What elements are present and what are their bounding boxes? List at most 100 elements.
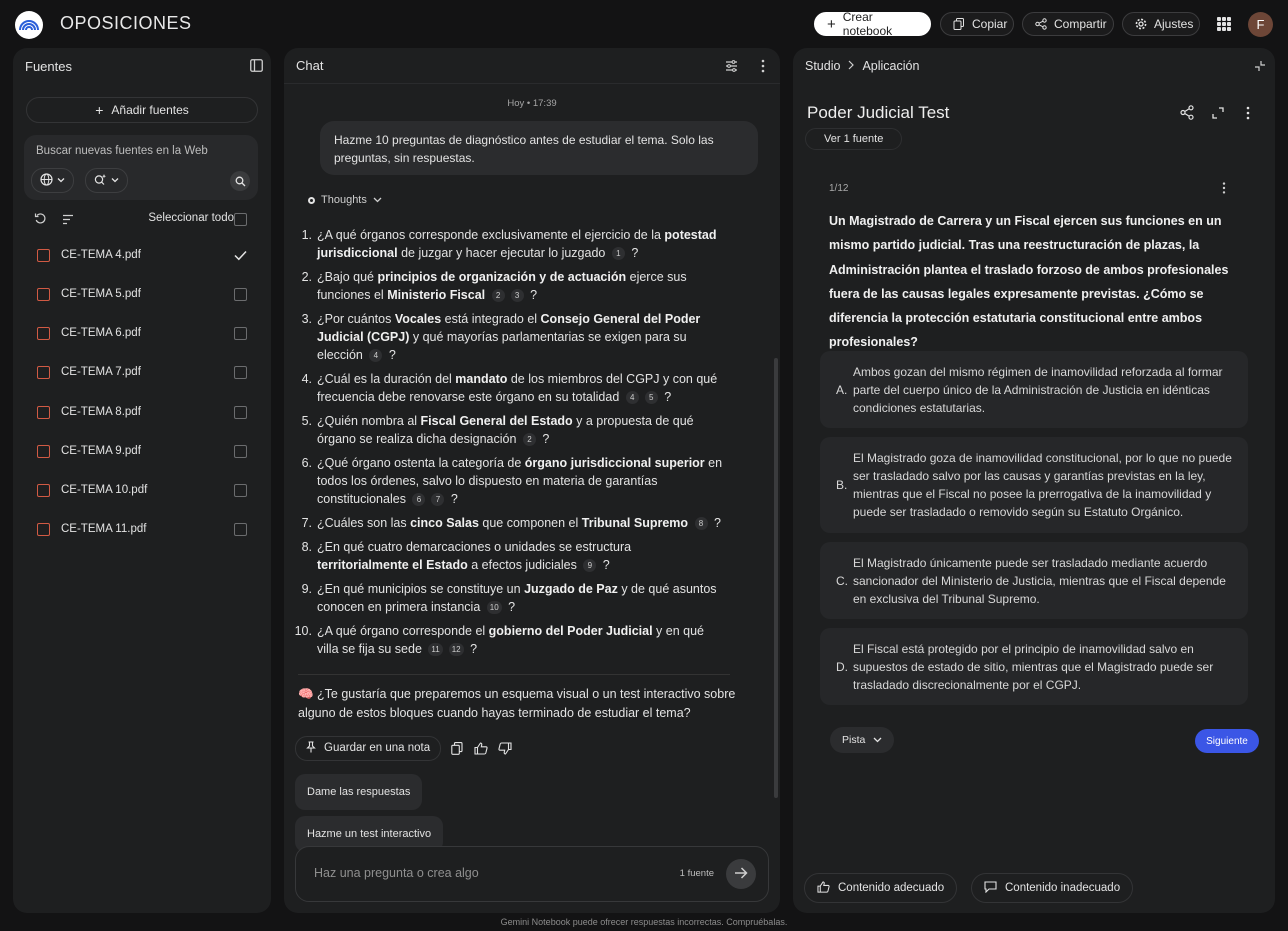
citation-chip[interactable]: 5 xyxy=(644,391,658,405)
chat-scrollbar[interactable] xyxy=(774,358,778,798)
gear-icon xyxy=(1135,16,1147,32)
breadcrumb-studio[interactable]: Studio xyxy=(805,59,840,73)
tune-icon[interactable] xyxy=(725,60,738,75)
search-icon[interactable] xyxy=(230,171,250,191)
quiz-card: 1/12 Un Magistrado de Carrera y un Fisca… xyxy=(804,166,1264,856)
next-button[interactable]: Siguiente xyxy=(1195,729,1259,753)
copy-button[interactable]: Copiar xyxy=(940,12,1014,36)
avatar[interactable]: F xyxy=(1248,12,1273,37)
question-text: ¿A qué órgano corresponde el xyxy=(317,624,489,638)
copy-icon[interactable] xyxy=(449,740,465,756)
web-scope-dropdown[interactable] xyxy=(31,168,74,193)
sources-title: Fuentes xyxy=(25,58,72,74)
source-file-item[interactable]: CE-TEMA 10.pdf xyxy=(13,472,271,510)
source-file-item[interactable]: CE-TEMA 6.pdf xyxy=(13,315,271,353)
citation-chip[interactable]: 8 xyxy=(694,517,708,531)
source-file-item[interactable]: CE-TEMA 7.pdf xyxy=(13,354,271,392)
settings-button[interactable]: Ajustes xyxy=(1122,12,1200,36)
more-vert-icon[interactable] xyxy=(761,59,765,76)
citation-chip[interactable]: 2 xyxy=(522,433,536,447)
suggestion-chip[interactable]: Dame las respuestas xyxy=(295,774,423,810)
globe-icon xyxy=(40,172,53,189)
refresh-icon[interactable] xyxy=(34,212,47,228)
citation-chip[interactable]: 10 xyxy=(486,601,502,615)
citation-chip[interactable]: 3 xyxy=(510,289,524,303)
source-checkbox[interactable] xyxy=(234,406,247,419)
citation-chip[interactable]: 4 xyxy=(369,349,383,363)
select-all-checkbox[interactable] xyxy=(234,213,247,226)
more-vert-icon[interactable] xyxy=(1246,106,1250,123)
share-button[interactable]: Compartir xyxy=(1022,12,1114,36)
hint-button[interactable]: Pista xyxy=(830,727,895,753)
send-button[interactable] xyxy=(726,859,756,889)
answer-option-c[interactable]: C. El Magistrado únicamente puede ser tr… xyxy=(820,542,1248,619)
disclaimer-footer: Gemini Notebook puede ofrecer respuestas… xyxy=(500,917,788,927)
view-source-chip[interactable]: Ver 1 fuente xyxy=(805,128,903,150)
bold-text: mandato xyxy=(455,372,508,386)
source-checkbox[interactable] xyxy=(234,445,247,458)
citation-chip[interactable]: 7 xyxy=(431,493,445,507)
bad-content-button[interactable]: Contenido inadecuado xyxy=(971,873,1134,903)
source-checkbox[interactable] xyxy=(234,366,247,379)
citation-chip[interactable]: 4 xyxy=(625,391,639,405)
add-sources-button[interactable]: + Añadir fuentes xyxy=(26,97,258,123)
checkmark-icon[interactable] xyxy=(234,249,247,264)
question-text: ? xyxy=(504,600,516,614)
citation-chip[interactable]: 2 xyxy=(491,289,505,303)
citation-chip[interactable]: 9 xyxy=(583,559,597,573)
sparkle-search-icon xyxy=(94,173,107,189)
question-text: ¿Por cuántos xyxy=(317,312,395,326)
good-content-button[interactable]: Contenido adecuado xyxy=(804,873,958,903)
question-text: ? xyxy=(710,516,721,530)
citation-chip[interactable]: 6 xyxy=(412,493,426,507)
pdf-icon xyxy=(37,249,50,262)
share-icon[interactable] xyxy=(1180,105,1194,123)
citation-chip[interactable]: 12 xyxy=(448,643,464,657)
pdf-icon xyxy=(37,327,50,340)
source-file-item[interactable]: CE-TEMA 5.pdf xyxy=(13,276,271,314)
source-file-item[interactable]: CE-TEMA 11.pdf xyxy=(13,511,271,549)
question-text: ? xyxy=(627,246,639,260)
list-item: 4. ¿Cuál es la duración del mandato de lo… xyxy=(294,370,724,406)
list-number: 6. xyxy=(301,456,312,470)
source-checkbox[interactable] xyxy=(234,523,247,536)
bold-text: gobierno del Poder Judicial xyxy=(488,624,653,638)
fullscreen-icon[interactable] xyxy=(1212,107,1224,122)
list-number: 7. xyxy=(301,516,312,530)
answer-option-b[interactable]: B. El Magistrado goza de inamovilidad co… xyxy=(820,437,1248,533)
answer-option-a[interactable]: A. Ambos gozan del mismo régimen de inam… xyxy=(820,351,1248,428)
sort-icon[interactable] xyxy=(62,213,74,228)
research-mode-dropdown[interactable] xyxy=(85,168,128,193)
citation-chip[interactable]: 11 xyxy=(428,643,443,657)
source-checkbox[interactable] xyxy=(234,484,247,497)
more-vert-icon[interactable] xyxy=(1222,182,1226,197)
search-input[interactable]: Buscar nuevas fuentes en la Web xyxy=(36,145,208,157)
thumbs-up-icon[interactable] xyxy=(473,740,489,756)
thoughts-toggle[interactable]: Thoughts xyxy=(308,194,382,206)
thumbs-down-icon[interactable] xyxy=(497,740,513,756)
chevron-down-icon xyxy=(111,175,119,186)
create-notebook-button[interactable]: + Crear notebook xyxy=(814,10,931,38)
save-to-note-button[interactable]: Guardar en una nota xyxy=(295,735,442,761)
notebook-logo-icon[interactable] xyxy=(15,11,43,39)
chat-input[interactable]: Haz una pregunta o crea algo xyxy=(314,866,479,880)
question-text: ¿Bajo qué xyxy=(317,270,378,284)
copy-icon xyxy=(953,16,965,32)
bold-text: Ministerio Fiscal xyxy=(387,288,486,302)
source-file-item[interactable]: CE-TEMA 8.pdf xyxy=(13,394,271,432)
plus-icon: + xyxy=(95,102,104,118)
source-file-name: CE-TEMA 5.pdf xyxy=(61,288,141,300)
answer-option-d[interactable]: D. El Fiscal está protegido por el princ… xyxy=(820,628,1248,705)
citation-chip[interactable]: 1 xyxy=(611,247,625,261)
collapse-icon[interactable] xyxy=(1254,60,1266,75)
chat-input-box: Haz una pregunta o crea algo 1 fuente xyxy=(295,846,769,902)
notebook-title[interactable]: OPOSICIONES xyxy=(60,13,192,34)
collapse-panel-icon[interactable] xyxy=(250,59,263,75)
source-file-item[interactable]: CE-TEMA 4.pdf xyxy=(13,237,271,275)
pin-icon xyxy=(306,740,316,756)
source-file-name: CE-TEMA 6.pdf xyxy=(61,327,141,339)
apps-grid-icon[interactable] xyxy=(1217,17,1231,31)
source-checkbox[interactable] xyxy=(234,288,247,301)
source-file-item[interactable]: CE-TEMA 9.pdf xyxy=(13,433,271,471)
source-checkbox[interactable] xyxy=(234,327,247,340)
